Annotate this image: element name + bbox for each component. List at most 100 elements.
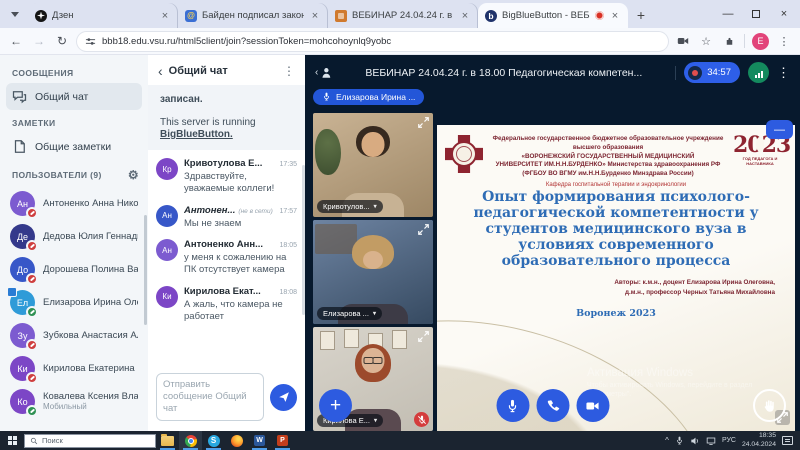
user-list-scrollbar[interactable] — [144, 215, 147, 325]
chat-message: Ки Кирилова Екат... 18:08 А жаль, что ка… — [156, 286, 297, 324]
avatar: Кр — [156, 158, 178, 180]
browser-menu-icon[interactable]: ⋮ — [776, 35, 792, 48]
sidebar-item-public-chat[interactable]: Общий чат — [6, 83, 142, 110]
users-header: ПОЛЬЗОВАТЕЛИ (9) ⚙ — [0, 161, 148, 186]
share-webcam-button[interactable] — [576, 389, 609, 422]
tab-close-button[interactable]: × — [459, 10, 471, 22]
slide-title: Опыт формирования психолого-педагогическ… — [465, 190, 767, 270]
browser-tab[interactable]: BigBlueButton - ВЕБИНАР 24.04... × — [478, 3, 628, 28]
message-time: 17:35 — [279, 161, 297, 168]
language-indicator[interactable]: РУС — [722, 437, 736, 444]
reload-button[interactable]: ↻ — [54, 34, 70, 48]
user-name: Елизарова Ирина Олег... — [43, 297, 138, 309]
webcam-user-label[interactable]: Кривотулов...▾ — [317, 200, 383, 213]
mute-microphone-button[interactable] — [496, 389, 529, 422]
browser-profile-avatar[interactable]: Е — [752, 33, 769, 50]
user-list-item[interactable]: Ел Елизарова Ирина Олег... — [0, 286, 148, 319]
system-message: записан. This server is running BigBlueB… — [148, 85, 305, 150]
forward-button[interactable]: → — [31, 34, 47, 48]
tab-title: BigBlueButton - ВЕБИНАР 24.04... — [502, 10, 590, 21]
action-bar: + — [305, 389, 800, 422]
tray-network-icon[interactable] — [706, 436, 716, 446]
tab-favicon-icon — [185, 10, 197, 22]
talking-indicator[interactable]: Елизарова Ирина ... — [313, 89, 424, 105]
back-button[interactable]: ← — [8, 34, 24, 48]
connection-status-icon[interactable] — [748, 62, 769, 83]
chat-icon — [12, 89, 27, 104]
user-name: Кирилова Екатерина М... — [43, 363, 138, 375]
tab-close-button[interactable]: × — [609, 10, 621, 22]
raise-hand-button[interactable] — [753, 389, 786, 422]
webcam-fullscreen-icon[interactable] — [417, 223, 430, 236]
avatar: Ко — [10, 389, 35, 414]
webcam-user-label[interactable]: Елизарова ...▾ — [317, 307, 382, 320]
user-list-item[interactable]: Ан Антоненко Анна Никола... — [0, 187, 148, 220]
window-minimize-button[interactable]: — — [714, 0, 742, 28]
webcam-fullscreen-icon[interactable] — [417, 116, 430, 129]
chat-options-icon[interactable]: ⋮ — [283, 64, 295, 78]
browser-tab[interactable]: ВЕБИНАР 24.04.24 г. в 18.00 Педагог... × — [328, 3, 478, 28]
taskbar-search[interactable]: Поиск — [24, 434, 156, 448]
tab-close-button[interactable]: × — [309, 10, 321, 22]
skype-icon[interactable] — [202, 431, 225, 450]
webcam-tile[interactable]: Кривотулов...▾ — [313, 113, 433, 217]
window-maximize-button[interactable] — [742, 0, 770, 28]
manage-users-gear-icon[interactable]: ⚙ — [128, 168, 139, 182]
window-close-button[interactable]: × — [770, 0, 798, 28]
bigbluebutton-link[interactable]: BigBlueButton. — [160, 129, 293, 140]
sidebar-item-shared-notes[interactable]: Общие заметки — [6, 133, 142, 160]
bookmark-star-icon[interactable]: ☆ — [698, 35, 714, 48]
file-explorer-icon[interactable] — [156, 431, 179, 450]
user-list-item[interactable]: Ко Ковалева Ксения Влад... Мобильный — [0, 385, 148, 418]
users-header-label: ПОЛЬЗОВАТЕЛИ (9) — [12, 170, 102, 180]
slide-footer: Воронеж 2023 — [445, 308, 787, 319]
talking-indicator-row: Елизарова Ирина ... — [305, 85, 800, 106]
tab-search-button[interactable] — [4, 4, 26, 24]
taskbar-clock[interactable]: 18:35 24.04.2024 — [742, 432, 776, 448]
site-settings-icon[interactable] — [85, 36, 96, 47]
tray-volume-icon[interactable] — [690, 436, 700, 446]
tab-favicon-icon — [485, 10, 497, 22]
avatar: Де — [10, 224, 35, 249]
chrome-icon[interactable] — [179, 431, 202, 450]
send-message-button[interactable] — [270, 384, 297, 411]
recording-indicator[interactable]: 34:57 — [684, 62, 740, 83]
media-controls-icon[interactable] — [675, 35, 691, 47]
tray-mic-icon[interactable] — [675, 436, 684, 445]
message-author: Кирилова Екат... — [184, 286, 261, 297]
actions-plus-button[interactable]: + — [319, 389, 352, 422]
tab-close-button[interactable]: × — [159, 10, 171, 22]
windows-logo-icon — [8, 436, 17, 445]
firefox-icon[interactable] — [225, 431, 248, 450]
user-list-item[interactable]: Зу Зубкова Анастасия Але... — [0, 319, 148, 352]
leave-audio-button[interactable] — [536, 389, 569, 422]
user-list-item[interactable]: До Дорошева Полина Васи... — [0, 253, 148, 286]
browser-tab[interactable]: Байден подписал закон о помощи У... × — [178, 3, 328, 28]
url-bar[interactable]: bbb18.edu.vsu.ru/html5client/join?sessio… — [77, 32, 668, 51]
word-icon[interactable] — [248, 431, 271, 450]
new-tab-button[interactable]: + — [630, 4, 652, 26]
chat-back-button[interactable]: ‹ — [158, 64, 163, 78]
tray-expand-icon[interactable]: ^ — [665, 437, 669, 445]
user-status-badge-icon — [26, 405, 38, 417]
user-list-item[interactable]: Де Дедова Юлия Геннадье... — [0, 220, 148, 253]
notification-center-icon[interactable] — [782, 436, 793, 445]
chat-message-input[interactable]: Отправить сообщение Общий чат — [156, 373, 264, 421]
user-list-item[interactable]: Ки Кирилова Екатерина М... — [0, 352, 148, 385]
options-menu-icon[interactable]: ⋮ — [777, 65, 790, 81]
extensions-icon[interactable] — [721, 36, 737, 47]
user-subtitle: Мобильный — [43, 402, 138, 412]
tab-title: ВЕБИНАР 24.04.24 г. в 18.00 Педагог... — [352, 10, 454, 21]
toggle-userlist-icon[interactable]: ‹ — [315, 66, 332, 79]
tab-list: Дзен × Байден подписал закон о помощи У.… — [28, 0, 628, 28]
webcam-fullscreen-icon[interactable] — [417, 330, 430, 343]
minimize-presentation-button[interactable]: — — [766, 120, 793, 139]
toolbar-divider — [744, 34, 745, 48]
user-name: Антоненко Анна Никола... — [43, 198, 138, 210]
webcam-tile[interactable]: Елизарова ...▾ — [313, 220, 433, 324]
webcam-column: Кривотулов...▾ Елизарова ...▾ — [313, 113, 433, 431]
browser-tab[interactable]: Дзен × — [28, 3, 178, 28]
powerpoint-icon[interactable] — [271, 431, 294, 450]
user-status-badge-icon — [26, 240, 38, 252]
start-button[interactable] — [0, 431, 24, 450]
